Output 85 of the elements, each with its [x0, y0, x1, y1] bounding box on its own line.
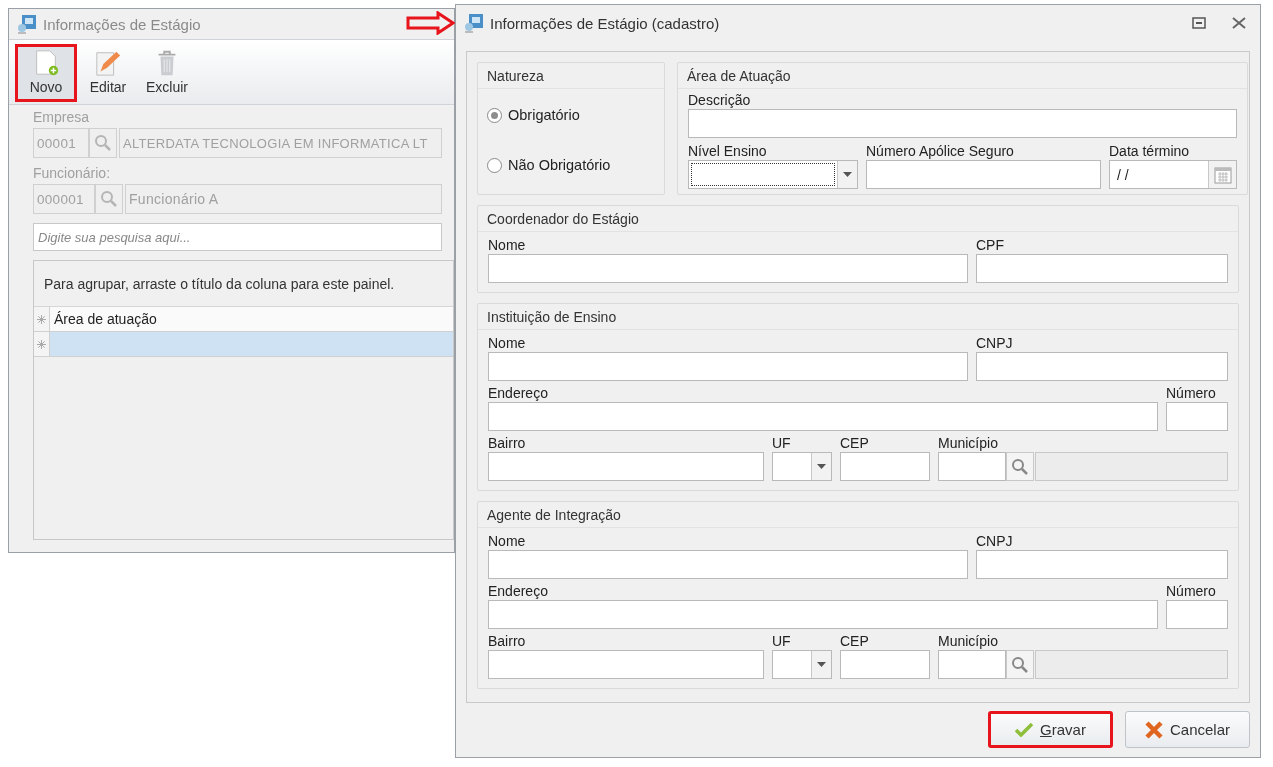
input-field[interactable] [938, 650, 1006, 679]
grid-row[interactable] [34, 332, 453, 357]
field-label: CNPJ [976, 532, 1014, 550]
input-field[interactable] [976, 254, 1228, 283]
window-title: Informações de Estágio [43, 15, 201, 33]
search-icon [1011, 655, 1029, 674]
input-field[interactable] [488, 254, 968, 283]
input-field[interactable] [488, 452, 764, 481]
window-title: Informações de Estágio (cadastro) [490, 14, 720, 32]
calendar-icon [1213, 165, 1232, 184]
caret-icon [843, 172, 852, 177]
input-field[interactable] [1166, 600, 1228, 629]
input-field[interactable] [938, 452, 1006, 481]
radio-option[interactable]: Não Obrigatório [487, 153, 655, 177]
cancel-button[interactable]: Cancelar [1125, 711, 1250, 748]
field-label: Nome [488, 532, 527, 550]
field-label: Bairro [488, 434, 527, 452]
input-field[interactable] [488, 550, 968, 579]
input-field[interactable] [488, 650, 764, 679]
name-field: Funcionário A [125, 184, 442, 214]
field-label: Nome [488, 236, 527, 254]
toolbar-button[interactable]: Editar [83, 44, 133, 102]
dropdown-field[interactable] [772, 452, 832, 481]
input-field[interactable] [488, 352, 968, 381]
code-field: 00001 [33, 128, 89, 158]
input-field[interactable] [976, 352, 1228, 381]
field-label: Endereço [488, 582, 549, 600]
input-field[interactable] [976, 550, 1228, 579]
field-label: CEP [840, 434, 870, 452]
input-field[interactable] [866, 160, 1101, 189]
radio-option[interactable]: Obrigatório [487, 103, 655, 127]
field-label: Município [938, 632, 999, 650]
field-label: CEP [840, 632, 870, 650]
field-label: Descrição [688, 91, 752, 109]
search-button[interactable] [1006, 650, 1034, 679]
group-title: Agente de Integração [478, 502, 1238, 528]
field-label: CPF [976, 236, 1005, 254]
field-label: Data término [1109, 142, 1191, 160]
row-indicator-icon [37, 314, 46, 324]
field-label: Nome [488, 334, 527, 352]
input-field[interactable] [1166, 402, 1228, 431]
toolbar-button[interactable]: Novo [15, 44, 77, 102]
caret-icon [817, 464, 826, 469]
field-label: Empresa [33, 109, 91, 125]
group-title: Área de Atuação [678, 63, 1247, 89]
save-button[interactable]: Gravar [988, 711, 1113, 748]
field-label: Endereço [488, 384, 549, 402]
field-label: CNPJ [976, 334, 1014, 352]
field-label: Funcionário: [33, 165, 112, 181]
restore-icon[interactable] [1192, 17, 1206, 29]
input-field[interactable] [488, 600, 1158, 629]
input-field[interactable] [688, 109, 1237, 138]
code-field: 000001 [33, 184, 95, 214]
field-label: Município [938, 434, 999, 452]
window-app-icon [17, 14, 37, 34]
search-icon [100, 190, 118, 208]
window-app-icon [464, 13, 484, 33]
group-title: Natureza [478, 63, 664, 89]
input-field[interactable] [840, 650, 930, 679]
field-label: Bairro [488, 632, 527, 650]
input-field[interactable] [840, 452, 930, 481]
search-icon [1011, 457, 1029, 476]
search-field[interactable]: Digite sua pesquisa aqui... [33, 223, 442, 251]
field-label: Número Apólice Seguro [866, 142, 1015, 160]
arrow-icon [406, 11, 455, 35]
dropdown-field[interactable] [688, 160, 858, 189]
name-field: ALTERDATA TECNOLOGIA EM INFORMATICA LT [119, 128, 442, 158]
close-icon [1144, 720, 1163, 739]
group-title: Coordenador do Estágio [478, 206, 1238, 232]
caret-icon [817, 662, 826, 667]
field-label: Número [1166, 384, 1217, 402]
row-indicator-icon [37, 339, 46, 349]
close-icon[interactable] [1232, 17, 1246, 29]
toolbar-button[interactable]: Excluir [139, 44, 195, 102]
search-button[interactable] [1006, 452, 1034, 481]
checkmark-icon [1015, 722, 1034, 737]
field-label: Número [1166, 582, 1217, 600]
field-label: UF [772, 632, 792, 650]
input-field[interactable] [488, 402, 1158, 431]
search-icon [94, 134, 112, 152]
field-label: Nível Ensino [688, 142, 768, 160]
group-title: Instituição de Ensino [478, 304, 1238, 330]
date-field[interactable]: / / [1109, 160, 1237, 189]
dropdown-field[interactable] [772, 650, 832, 679]
field-label: UF [772, 434, 792, 452]
